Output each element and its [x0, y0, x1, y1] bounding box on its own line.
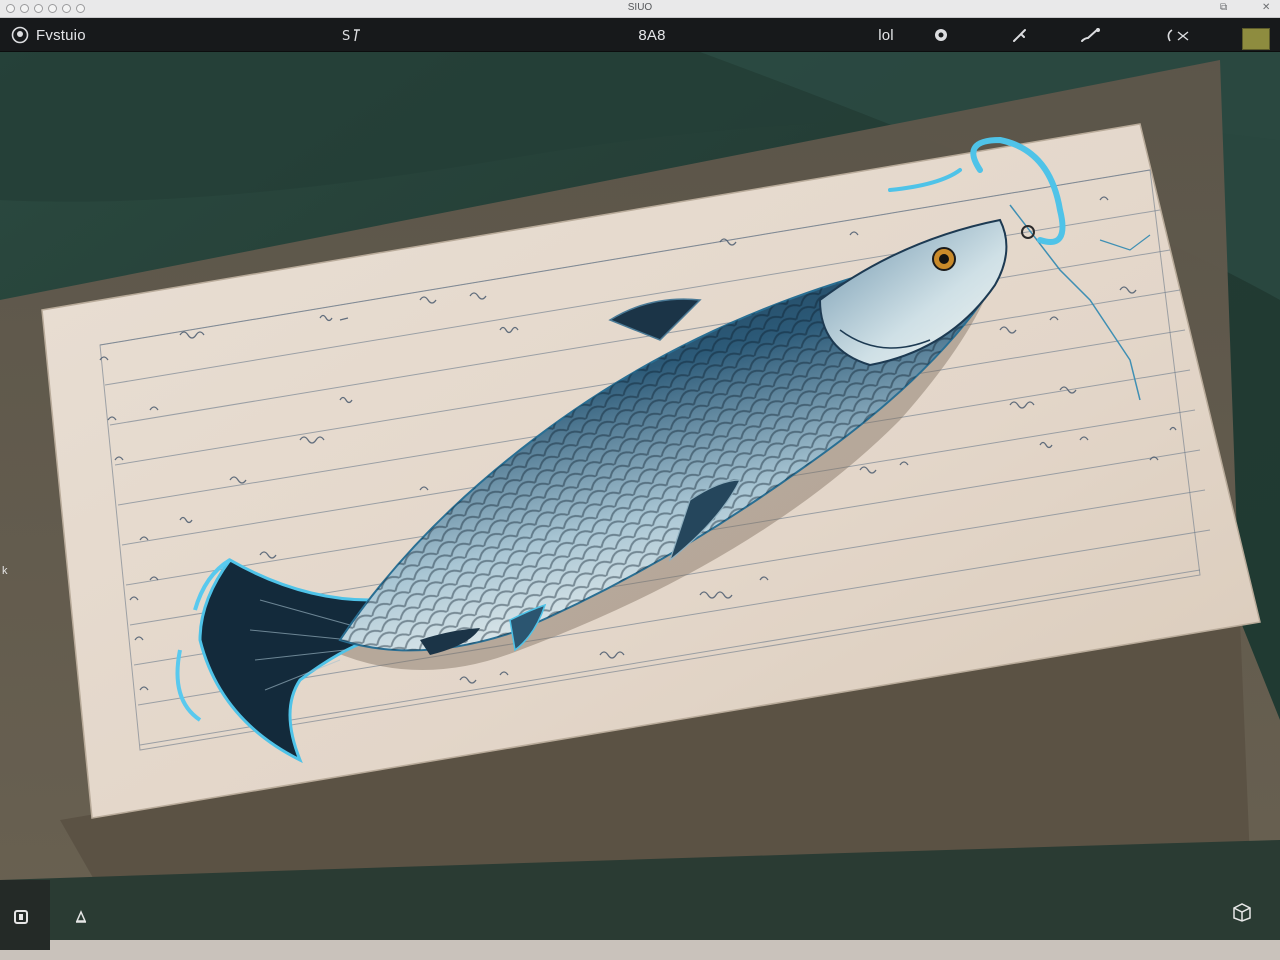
main-toolbar: Fvstuio S 8A8 lol	[0, 18, 1280, 52]
lasso-tool-icon[interactable]	[1160, 18, 1198, 52]
app-name-menu[interactable]: Fvstuio	[36, 18, 106, 52]
app-name-label: Fvstuio	[36, 26, 86, 44]
frame-icon[interactable]	[10, 906, 32, 928]
text-tool-icon[interactable]: S	[332, 18, 372, 52]
pen-tool-icon[interactable]	[1006, 18, 1034, 52]
bell-icon[interactable]	[70, 906, 92, 928]
artwork	[0, 52, 1280, 960]
side-panel-marker: k	[2, 565, 8, 577]
center-label-button[interactable]: 8A8	[630, 18, 674, 52]
brush-tool-icon[interactable]	[1076, 18, 1106, 52]
color-swatch[interactable]	[1242, 28, 1270, 50]
app-window: SIUO ⧉ ✕ Fvstuio S 8A8 lol k	[0, 0, 1280, 960]
window-titlebar: SIUO ⧉ ✕	[0, 0, 1280, 18]
export-box-icon[interactable]	[1228, 898, 1256, 926]
layers-button[interactable]: lol	[870, 18, 902, 52]
titlebar-restore-icon[interactable]: ⧉	[1220, 2, 1227, 13]
titlebar-close-icon[interactable]: ✕	[1262, 2, 1270, 13]
layers-label: lol	[878, 26, 894, 44]
drawing-canvas[interactable]	[0, 52, 1280, 960]
svg-text:S: S	[342, 29, 350, 43]
layers-icon[interactable]	[928, 18, 954, 52]
app-logo-icon[interactable]	[8, 18, 32, 52]
center-label: 8A8	[638, 26, 666, 44]
window-title: SIUO	[627, 2, 653, 13]
